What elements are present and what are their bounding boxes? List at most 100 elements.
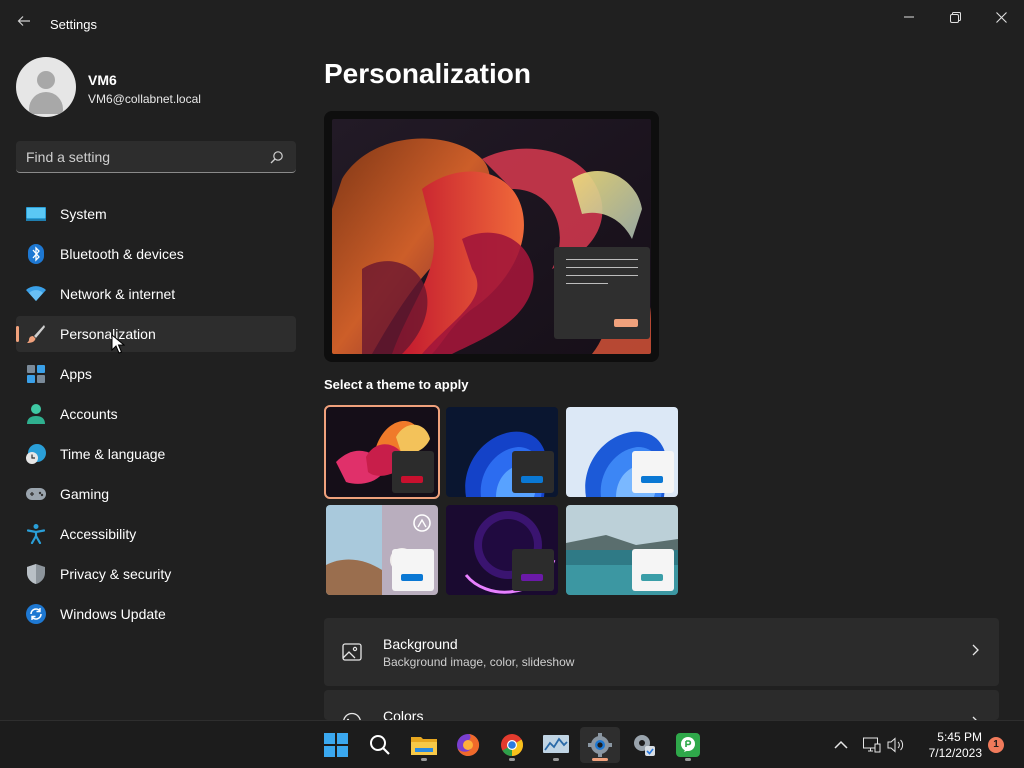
theme-tile[interactable] xyxy=(326,505,438,595)
sidebar-item-label: Accounts xyxy=(60,406,118,422)
avatar xyxy=(16,57,76,117)
sidebar-item-label: Privacy & security xyxy=(60,566,172,582)
gear-icon xyxy=(588,733,612,757)
image-icon xyxy=(342,643,362,661)
sidebar-item-label: Personalization xyxy=(60,326,156,342)
wifi-icon xyxy=(26,284,46,304)
sidebar-item-time-language[interactable]: Time & language xyxy=(16,436,296,472)
theme-tile[interactable] xyxy=(446,407,558,497)
back-arrow-icon xyxy=(17,16,30,26)
gamepad-icon xyxy=(26,484,46,504)
restore-button[interactable] xyxy=(932,6,978,28)
theme-tile[interactable] xyxy=(566,407,678,497)
chrome-icon xyxy=(501,734,523,756)
themes-label: Select a theme to apply xyxy=(324,377,469,392)
system-icon xyxy=(26,204,46,224)
clock-globe-icon xyxy=(26,444,46,464)
sidebar-item-label: Network & internet xyxy=(60,286,176,302)
taskbar: 5:45 PM 7/12/2023 1 xyxy=(0,720,1024,768)
title-bar: Settings xyxy=(0,0,1024,48)
minimize-button[interactable] xyxy=(886,6,932,28)
theme-grid xyxy=(324,405,684,597)
sidebar-item-accounts[interactable]: Accounts xyxy=(16,396,296,432)
profile-name: VM6 xyxy=(88,72,117,88)
sidebar-item-system[interactable]: System xyxy=(16,196,296,232)
sidebar-item-label: Time & language xyxy=(60,446,166,462)
sidebar-item-accessibility[interactable]: Accessibility xyxy=(16,516,296,552)
page-title: Personalization xyxy=(324,58,531,89)
theme-accent-bar xyxy=(401,476,423,483)
network-tray-button[interactable] xyxy=(862,735,882,755)
sidebar-item-gaming[interactable]: Gaming xyxy=(16,476,296,512)
taskbar-settings-admin[interactable] xyxy=(624,727,664,763)
taskbar-task-manager[interactable] xyxy=(536,727,576,763)
network-icon xyxy=(863,737,881,753)
search-icon xyxy=(370,735,390,755)
chat-icon xyxy=(676,733,700,757)
colors-setting-card[interactable]: Colors xyxy=(324,690,999,720)
background-setting-card[interactable]: Background Background image, color, slid… xyxy=(324,618,999,686)
card-subtitle: Background image, color, slideshow xyxy=(383,655,575,669)
preview-window xyxy=(554,247,650,339)
volume-tray-button[interactable] xyxy=(886,735,906,755)
sidebar-item-apps[interactable]: Apps xyxy=(16,356,296,392)
taskbar-start-button[interactable] xyxy=(316,727,356,763)
taskbar-chat-app[interactable] xyxy=(668,727,708,763)
chevron-up-icon xyxy=(834,740,848,749)
shield-icon xyxy=(26,564,46,584)
sidebar-item-personalization[interactable]: Personalization xyxy=(16,316,296,352)
clock-time: 5:45 PM xyxy=(937,730,982,744)
search-box[interactable] xyxy=(16,141,296,173)
taskbar-search-button[interactable] xyxy=(360,727,400,763)
sidebar-nav: System Bluetooth & devices Network & int… xyxy=(16,196,296,636)
palette-icon xyxy=(343,712,361,720)
sidebar-item-windows-update[interactable]: Windows Update xyxy=(16,596,296,632)
theme-accent-bar xyxy=(521,476,543,483)
sidebar-item-label: Windows Update xyxy=(60,606,166,622)
search-input[interactable] xyxy=(26,141,266,172)
theme-tile[interactable] xyxy=(324,405,440,499)
folder-icon xyxy=(411,737,437,755)
theme-accent-bar xyxy=(521,574,543,581)
search-icon[interactable] xyxy=(270,150,284,164)
update-icon xyxy=(26,604,46,624)
restore-icon xyxy=(949,11,961,23)
wallpaper-preview xyxy=(332,119,651,354)
show-hidden-icons-button[interactable] xyxy=(831,735,851,755)
brush-icon xyxy=(26,324,46,344)
theme-preview xyxy=(324,111,659,362)
apps-icon xyxy=(26,364,46,384)
clock[interactable]: 5:45 PM 7/12/2023 xyxy=(912,729,982,761)
taskbar-file-explorer[interactable] xyxy=(404,727,444,763)
mouse-cursor-icon xyxy=(111,334,125,354)
firefox-icon xyxy=(457,733,480,756)
back-button[interactable] xyxy=(12,12,36,36)
theme-accent-bar xyxy=(641,476,663,483)
close-icon xyxy=(995,11,1007,23)
clock-date: 7/12/2023 xyxy=(928,746,982,760)
bluetooth-icon xyxy=(26,244,46,264)
chevron-right-icon xyxy=(972,644,979,656)
minimize-icon xyxy=(904,16,914,18)
task-manager-icon xyxy=(543,735,569,753)
taskbar-firefox[interactable] xyxy=(448,727,488,763)
taskbar-settings[interactable] xyxy=(580,727,620,763)
sidebar-item-privacy[interactable]: Privacy & security xyxy=(16,556,296,592)
user-profile[interactable]: VM6 VM6@collabnet.local xyxy=(16,57,296,117)
sidebar-item-label: Accessibility xyxy=(60,526,137,542)
profile-email: VM6@collabnet.local xyxy=(88,92,201,106)
close-button[interactable] xyxy=(978,6,1024,28)
gear-check-icon xyxy=(634,735,655,756)
sidebar-item-network[interactable]: Network & internet xyxy=(16,276,296,312)
notification-badge[interactable]: 1 xyxy=(988,737,1004,753)
sidebar-item-label: Bluetooth & devices xyxy=(60,246,184,262)
theme-tile[interactable] xyxy=(446,505,558,595)
sidebar-item-label: Apps xyxy=(60,366,92,382)
taskbar-chrome[interactable] xyxy=(492,727,532,763)
sidebar-item-bluetooth[interactable]: Bluetooth & devices xyxy=(16,236,296,272)
sidebar-item-label: System xyxy=(60,206,107,222)
windows-logo-icon xyxy=(324,733,348,757)
theme-accent-bar xyxy=(641,574,663,581)
theme-tile[interactable] xyxy=(566,505,678,595)
accessibility-icon xyxy=(26,524,46,544)
